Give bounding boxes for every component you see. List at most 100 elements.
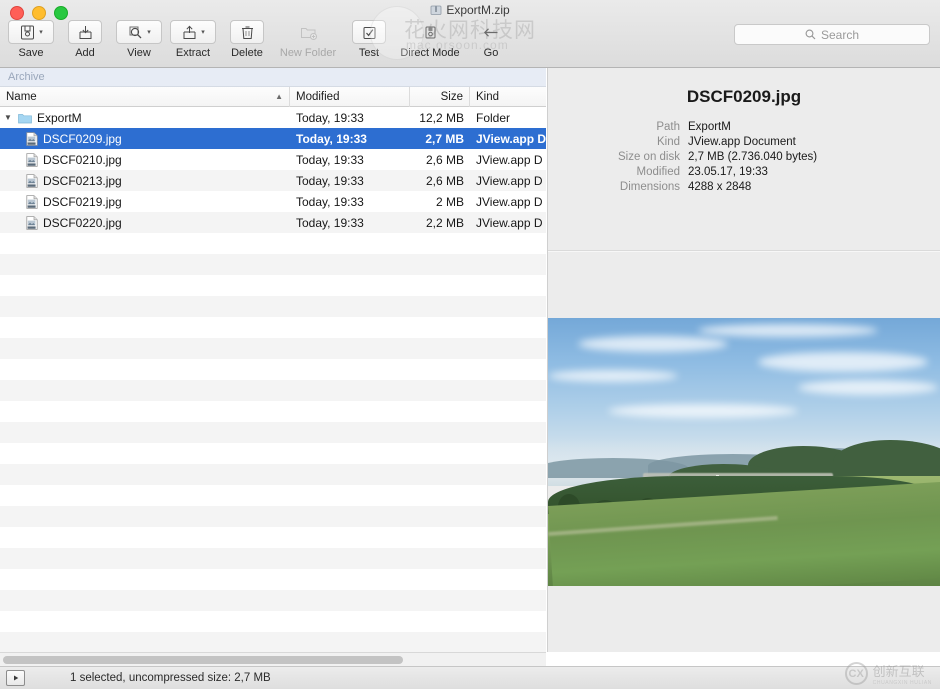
table-row[interactable]: DSCF0209.jpgToday, 19:332,7 MBJView.app … xyxy=(0,128,546,149)
file-name-label: DSCF0220.jpg xyxy=(43,216,122,230)
cell-size: 2,6 MB xyxy=(410,153,470,167)
column-header-size-label: Size xyxy=(441,91,463,103)
play-button[interactable] xyxy=(6,670,25,686)
info-field-value: 23.05.17, 19:33 xyxy=(688,166,940,178)
table-row[interactable]: DSCF0220.jpgToday, 19:332,2 MBJView.app … xyxy=(0,212,546,233)
toolbar-item-test[interactable]: Test xyxy=(342,20,396,59)
chevron-down-icon[interactable]: ▾ xyxy=(201,29,205,36)
column-header-modified[interactable]: Modified xyxy=(290,87,410,107)
toolbar-item-save[interactable]: ▾ Save xyxy=(4,20,58,59)
jpeg-file-icon xyxy=(26,195,38,209)
photo-cloud xyxy=(798,380,938,395)
info-field-value: JView.app Document xyxy=(688,136,940,148)
empty-row xyxy=(0,296,546,317)
toolbar-item-direct-mode[interactable]: Direct Mode xyxy=(396,20,464,59)
extract-box-icon xyxy=(181,24,198,41)
save-button[interactable]: ▾ xyxy=(8,20,54,44)
play-icon xyxy=(12,674,20,682)
toolbar-label-go: Go xyxy=(484,47,499,59)
toolbar-item-view[interactable]: ▾ View xyxy=(112,20,166,59)
cell-kind: JView.app D xyxy=(470,216,546,230)
column-header-name-label: Name xyxy=(6,91,37,103)
cell-modified: Today, 19:33 xyxy=(290,216,410,230)
cell-name: DSCF0220.jpg xyxy=(0,216,290,230)
empty-row xyxy=(0,527,546,548)
photo-cloud xyxy=(578,336,728,352)
toolbar-label-save: Save xyxy=(18,47,43,59)
add-button[interactable] xyxy=(68,20,102,44)
disclosure-triangle-icon[interactable]: ▼ xyxy=(4,114,13,122)
file-name-label: DSCF0219.jpg xyxy=(43,195,122,209)
info-field-value: 4288 x 2848 xyxy=(688,181,940,193)
breadcrumb[interactable]: Archive xyxy=(0,68,546,87)
file-list-pane: Archive Name ▲ Modified Size Kind ▼ Expor… xyxy=(0,68,546,652)
empty-row xyxy=(0,590,546,611)
empty-row xyxy=(0,401,546,422)
cell-size: 2,7 MB xyxy=(410,132,470,146)
direct-mode-button[interactable] xyxy=(413,20,447,44)
search-field[interactable]: Search xyxy=(734,24,930,45)
column-header-kind[interactable]: Kind xyxy=(470,87,546,107)
titlebar: ExportM.zip ▾ Save xyxy=(0,0,940,68)
column-headers: Name ▲ Modified Size Kind xyxy=(0,87,546,107)
cell-name: DSCF0210.jpg xyxy=(0,153,290,167)
delete-button[interactable] xyxy=(230,20,264,44)
trash-icon xyxy=(239,24,256,41)
breadcrumb-label: Archive xyxy=(8,71,45,83)
file-rows: ▼ExportMToday, 19:3312,2 MBFolderDSCF020… xyxy=(0,107,546,652)
horizontal-scrollbar[interactable] xyxy=(0,652,546,666)
table-row[interactable]: DSCF0210.jpg Today, 19:332,6 MBJView.app … xyxy=(0,149,546,170)
toolbar-label-delete: Delete xyxy=(231,47,263,59)
cell-kind: JView.app D xyxy=(470,153,546,167)
table-row[interactable]: DSCF0213.jpgToday, 19:332,6 MBJView.app … xyxy=(0,170,546,191)
wincommander-window: ExportM.zip ▾ Save xyxy=(0,0,940,689)
column-header-size[interactable]: Size xyxy=(410,87,470,107)
empty-row xyxy=(0,443,546,464)
info-file-title: DSCF0209.jpg xyxy=(548,87,940,107)
test-button[interactable] xyxy=(352,20,386,44)
go-button[interactable] xyxy=(474,20,508,44)
info-pane: DSCF0209.jpg PathExportMKindJView.app Do… xyxy=(547,68,940,652)
cell-name: DSCF0219.jpg xyxy=(0,195,290,209)
horizontal-scrollbar-thumb[interactable] xyxy=(3,656,403,664)
archive-icon xyxy=(430,4,442,16)
info-field-label: Kind xyxy=(566,136,680,148)
new-folder-button xyxy=(291,20,325,44)
photo-cloud xyxy=(548,370,678,382)
column-header-name[interactable]: Name ▲ xyxy=(0,87,290,107)
cell-modified: Today, 19:33 xyxy=(290,174,410,188)
status-text: 1 selected, uncompressed size: 2,7 MB xyxy=(70,672,271,684)
preview-photo xyxy=(548,318,940,586)
file-name-label: ExportM xyxy=(37,111,82,125)
toolbar-label-direct-mode: Direct Mode xyxy=(400,47,459,59)
view-button[interactable]: ▾ xyxy=(116,20,162,44)
chevron-down-icon[interactable]: ▾ xyxy=(147,29,151,36)
file-name-label: DSCF0210.jpg xyxy=(43,153,122,167)
new-folder-icon xyxy=(299,24,318,41)
cell-modified: Today, 19:33 xyxy=(290,153,410,167)
view-magnifier-icon xyxy=(127,24,144,41)
cell-kind: JView.app D xyxy=(470,174,546,188)
cell-kind: JView.app D xyxy=(470,132,546,146)
toolbar-item-go[interactable]: Go xyxy=(464,20,518,59)
cell-modified: Today, 19:33 xyxy=(290,132,410,146)
column-header-modified-label: Modified xyxy=(296,91,339,103)
image-preview[interactable] xyxy=(548,318,940,586)
empty-row xyxy=(0,485,546,506)
cell-name: DSCF0209.jpg xyxy=(0,132,290,146)
chevron-down-icon[interactable]: ▾ xyxy=(39,29,43,36)
toolbar: ▾ Save Add xyxy=(4,20,518,59)
table-row[interactable]: ▼ExportMToday, 19:3312,2 MBFolder xyxy=(0,107,546,128)
toolbar-item-delete[interactable]: Delete xyxy=(220,20,274,59)
extract-button[interactable]: ▾ xyxy=(170,20,216,44)
toolbar-item-add[interactable]: Add xyxy=(58,20,112,59)
checkbox-icon xyxy=(361,24,378,41)
empty-row xyxy=(0,317,546,338)
folder-icon xyxy=(18,112,32,124)
cell-size: 2,6 MB xyxy=(410,174,470,188)
empty-row xyxy=(0,338,546,359)
empty-row xyxy=(0,359,546,380)
toolbar-item-extract[interactable]: ▾ Extract xyxy=(166,20,220,59)
table-row[interactable]: DSCF0219.jpgToday, 19:332 MBJView.app D xyxy=(0,191,546,212)
info-field-value: 2,7 MB (2.736.040 bytes) xyxy=(688,151,940,163)
